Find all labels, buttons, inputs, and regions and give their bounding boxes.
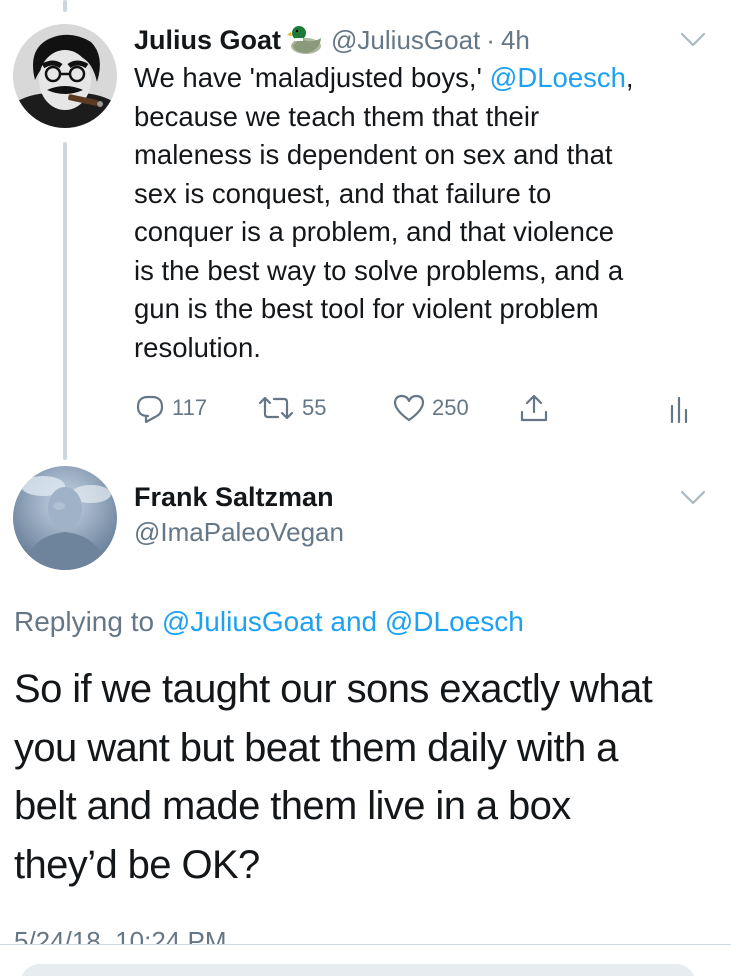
reply-compose-bar[interactable] [20,964,696,976]
user-handle[interactable]: @JuliusGoat [331,25,480,56]
retweet-count: 55 [302,395,327,420]
share-button[interactable] [518,388,550,428]
duck-icon [287,24,323,56]
like-button[interactable]: 250 [392,388,469,428]
thread-connector [63,142,67,460]
analytics-icon [668,392,692,424]
avatar-frank-saltzman[interactable] [13,466,117,570]
display-name[interactable]: Frank Saltzman [134,482,334,513]
retweet-icon [256,392,296,424]
replying-and: and [322,606,385,637]
thread-connector-top [63,0,67,12]
tweet-menu-caret-icon[interactable] [680,31,706,49]
reply-icon [134,392,166,424]
tweet-header: Julius Goat @JuliusGoat · 4h [134,22,530,58]
tweet-text: So if we taught our sons exactly what yo… [14,667,653,887]
separator-dot: · [486,24,495,55]
like-count: 250 [432,395,469,420]
divider [0,944,731,945]
tweet-timestamp[interactable]: 5/24/18, 10:24 PM [14,926,226,944]
tweet-menu-caret-icon[interactable] [680,489,706,507]
mention-link[interactable]: @DLoesch [489,62,625,93]
user-handle[interactable]: @ImaPaleoVegan [134,517,344,548]
timestamp-container: 5/24/18, 10:24 PM [14,926,714,944]
replying-to: Replying to @JuliusGoat and @DLoesch [14,606,524,638]
tweet-text-part: We have 'maladjusted boys,' [134,62,490,93]
heart-icon [392,392,426,424]
tweet-text-part: , because we teach them that their malen… [134,62,634,363]
reply-count: 117 [172,395,208,420]
share-icon [518,392,550,424]
tweet-time[interactable]: 4h [501,25,530,56]
reply-button[interactable]: 117 [134,388,207,428]
retweet-button[interactable]: 55 [256,388,326,428]
analytics-button[interactable] [668,388,692,428]
replying-prefix: Replying to [14,606,162,637]
tweet-actions: 117 55 250 [134,388,704,428]
mention-link[interactable]: @JuliusGoat [162,606,323,637]
display-name[interactable]: Julius Goat [134,25,281,56]
tweet-text: We have 'maladjusted boys,' @DLoesch, be… [134,59,716,367]
avatar-julius-goat[interactable] [13,24,117,128]
mention-link[interactable]: @DLoesch [385,606,524,637]
